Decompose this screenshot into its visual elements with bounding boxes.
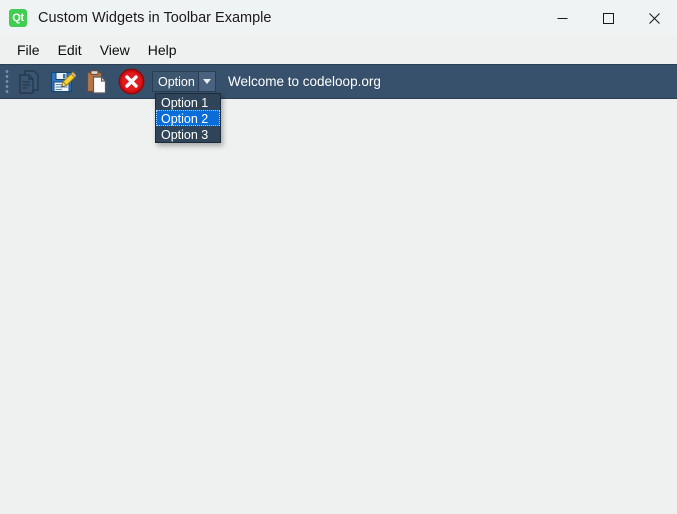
option-combobox-wrapper: Option Option 1 Option 2 Option 3 <box>152 71 221 143</box>
new-document-button[interactable] <box>12 66 46 97</box>
menu-item-view[interactable]: View <box>91 39 139 61</box>
title-bar: Qt Custom Widgets in Toolbar Example <box>0 0 677 36</box>
maximize-icon <box>602 12 614 24</box>
documents-icon <box>19 69 39 94</box>
menu-item-help[interactable]: Help <box>139 39 186 61</box>
menu-item-edit[interactable]: Edit <box>49 39 91 61</box>
drag-handle-dots-icon <box>4 68 10 95</box>
menu-bar: File Edit View Help <box>0 36 677 64</box>
close-icon <box>648 12 660 24</box>
maximize-button[interactable] <box>585 0 631 36</box>
save-button[interactable] <box>46 66 80 97</box>
combobox-option-2[interactable]: Option 2 <box>156 110 220 126</box>
combobox-option-3[interactable]: Option 3 <box>156 126 220 142</box>
combobox-option-1[interactable]: Option 1 <box>156 94 220 110</box>
close-button[interactable] <box>631 0 677 36</box>
window-title: Custom Widgets in Toolbar Example <box>38 10 272 26</box>
window-controls <box>539 0 677 36</box>
toolbar-drag-handle[interactable] <box>2 65 12 98</box>
minimize-icon <box>557 17 567 19</box>
combobox-popup-list: Option 1 Option 2 Option 3 <box>155 93 221 143</box>
chevron-down-icon <box>203 79 211 84</box>
delete-button[interactable] <box>114 66 148 97</box>
application-window: Qt Custom Widgets in Toolbar Example Fil… <box>0 0 677 514</box>
save-edit-icon <box>50 70 76 92</box>
option-combobox[interactable]: Option <box>152 71 216 92</box>
minimize-button[interactable] <box>539 0 585 36</box>
menu-item-file[interactable]: File <box>8 39 49 61</box>
toolbar-status-label: Welcome to codeloop.org <box>228 74 381 89</box>
toolbar: Option Option 1 Option 2 Option 3 Welcom… <box>0 64 677 143</box>
title-bar-left: Qt Custom Widgets in Toolbar Example <box>0 9 539 27</box>
qt-logo-icon: Qt <box>9 9 27 27</box>
paste-button[interactable] <box>80 66 114 97</box>
combobox-dropdown-button[interactable] <box>198 72 215 91</box>
red-close-circle-icon <box>118 68 144 95</box>
clipboard-paste-icon <box>86 69 107 94</box>
combobox-selected-value: Option <box>158 74 195 89</box>
main-content-area <box>0 99 677 514</box>
